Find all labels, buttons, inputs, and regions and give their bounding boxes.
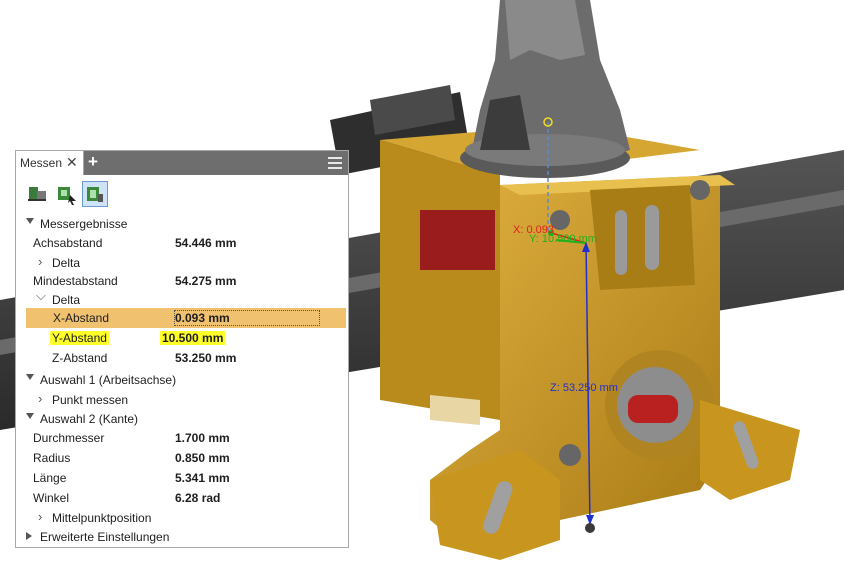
- label: Radius: [33, 451, 71, 465]
- section-erweiterte-einstellungen[interactable]: Erweiterte Einstellungen: [16, 527, 348, 547]
- value: 6.28 rad: [175, 491, 221, 505]
- measure-advanced-icon[interactable]: [82, 181, 108, 207]
- section-messergebnisse[interactable]: Messergebnisse: [16, 214, 348, 234]
- tab-label: Messen: [20, 156, 63, 170]
- row-delta-1[interactable]: › Delta: [16, 253, 348, 273]
- measure-select-icon[interactable]: [53, 181, 79, 207]
- panel-tabbar: Messen ✕ +: [16, 151, 348, 175]
- focus-box: [174, 310, 320, 326]
- collapse-icon: [26, 218, 34, 224]
- label: Mindestabstand: [33, 274, 118, 288]
- row-mittelpunktposition[interactable]: › Mittelpunktposition: [16, 508, 348, 528]
- section-label: Messergebnisse: [40, 217, 128, 231]
- row-y-abstand[interactable]: Y-Abstand 10.500 mm: [16, 328, 348, 348]
- y-axis-label: Y: 10.500 mm: [529, 233, 597, 245]
- close-icon[interactable]: ✕: [66, 154, 78, 171]
- label: Winkel: [33, 491, 70, 505]
- section-label: Auswahl 2 (Kante): [40, 412, 139, 426]
- label: Länge: [33, 471, 67, 485]
- row-achsabstand: Achsabstand 54.446 mm: [16, 233, 348, 253]
- label: Durchmesser: [33, 431, 105, 445]
- value: 54.446 mm: [175, 236, 237, 250]
- row-mindestabstand: Mindestabstand 54.275 mm: [16, 271, 348, 291]
- tab-messen[interactable]: Messen ✕: [16, 151, 84, 175]
- section-label: Erweiterte Einstellungen: [40, 530, 170, 544]
- label: X-Abstand: [53, 311, 110, 325]
- row-winkel: Winkel 6.28 rad: [16, 488, 348, 508]
- label: Punkt messen: [52, 393, 129, 407]
- value: 0.850 mm: [175, 451, 230, 465]
- collapse-icon: [26, 413, 34, 419]
- chevron-right-icon: ›: [38, 509, 43, 524]
- measure-panel: Messen ✕ + Messergebnisse Achsabstand 54…: [15, 150, 349, 548]
- expand-icon: [26, 532, 32, 540]
- row-x-abstand[interactable]: X-Abstand 0.093 mm: [26, 308, 346, 328]
- z-axis-label: Z: 53.250 mm: [550, 382, 618, 394]
- plus-icon[interactable]: +: [88, 152, 98, 172]
- chevron-right-icon: ›: [38, 254, 43, 269]
- label: Delta: [52, 256, 81, 270]
- row-radius: Radius 0.850 mm: [16, 448, 348, 468]
- value: 1.700 mm: [175, 431, 230, 445]
- label: Achsabstand: [33, 236, 103, 250]
- label: Mittelpunktposition: [52, 511, 152, 525]
- section-auswahl-2[interactable]: Auswahl 2 (Kante): [16, 409, 348, 429]
- print-head-mount: [460, 0, 630, 178]
- row-z-abstand[interactable]: Z-Abstand 53.250 mm: [16, 348, 348, 368]
- row-delta-2[interactable]: ⌵ Delta: [16, 288, 348, 310]
- value: 10.500 mm: [160, 331, 226, 345]
- value: 5.341 mm: [175, 471, 230, 485]
- row-punkt-messen[interactable]: › Punkt messen: [16, 390, 348, 410]
- row-durchmesser: Durchmesser 1.700 mm: [16, 428, 348, 448]
- label: Z-Abstand: [52, 351, 108, 365]
- label: Delta: [52, 293, 81, 307]
- section-label: Auswahl 1 (Arbeitsachse): [40, 373, 177, 387]
- row-laenge: Länge 5.341 mm: [16, 468, 348, 488]
- label: Y-Abstand: [50, 331, 109, 345]
- chevron-right-icon: ›: [38, 391, 43, 406]
- value: 53.250 mm: [175, 351, 237, 365]
- section-auswahl-1[interactable]: Auswahl 1 (Arbeitsachse): [16, 370, 348, 390]
- value: 54.275 mm: [175, 274, 237, 288]
- collapse-icon: [26, 374, 34, 380]
- chevron-down-icon: ⌵: [36, 288, 46, 303]
- hamburger-menu-icon[interactable]: [328, 157, 342, 169]
- measure-distance-icon[interactable]: [24, 181, 50, 207]
